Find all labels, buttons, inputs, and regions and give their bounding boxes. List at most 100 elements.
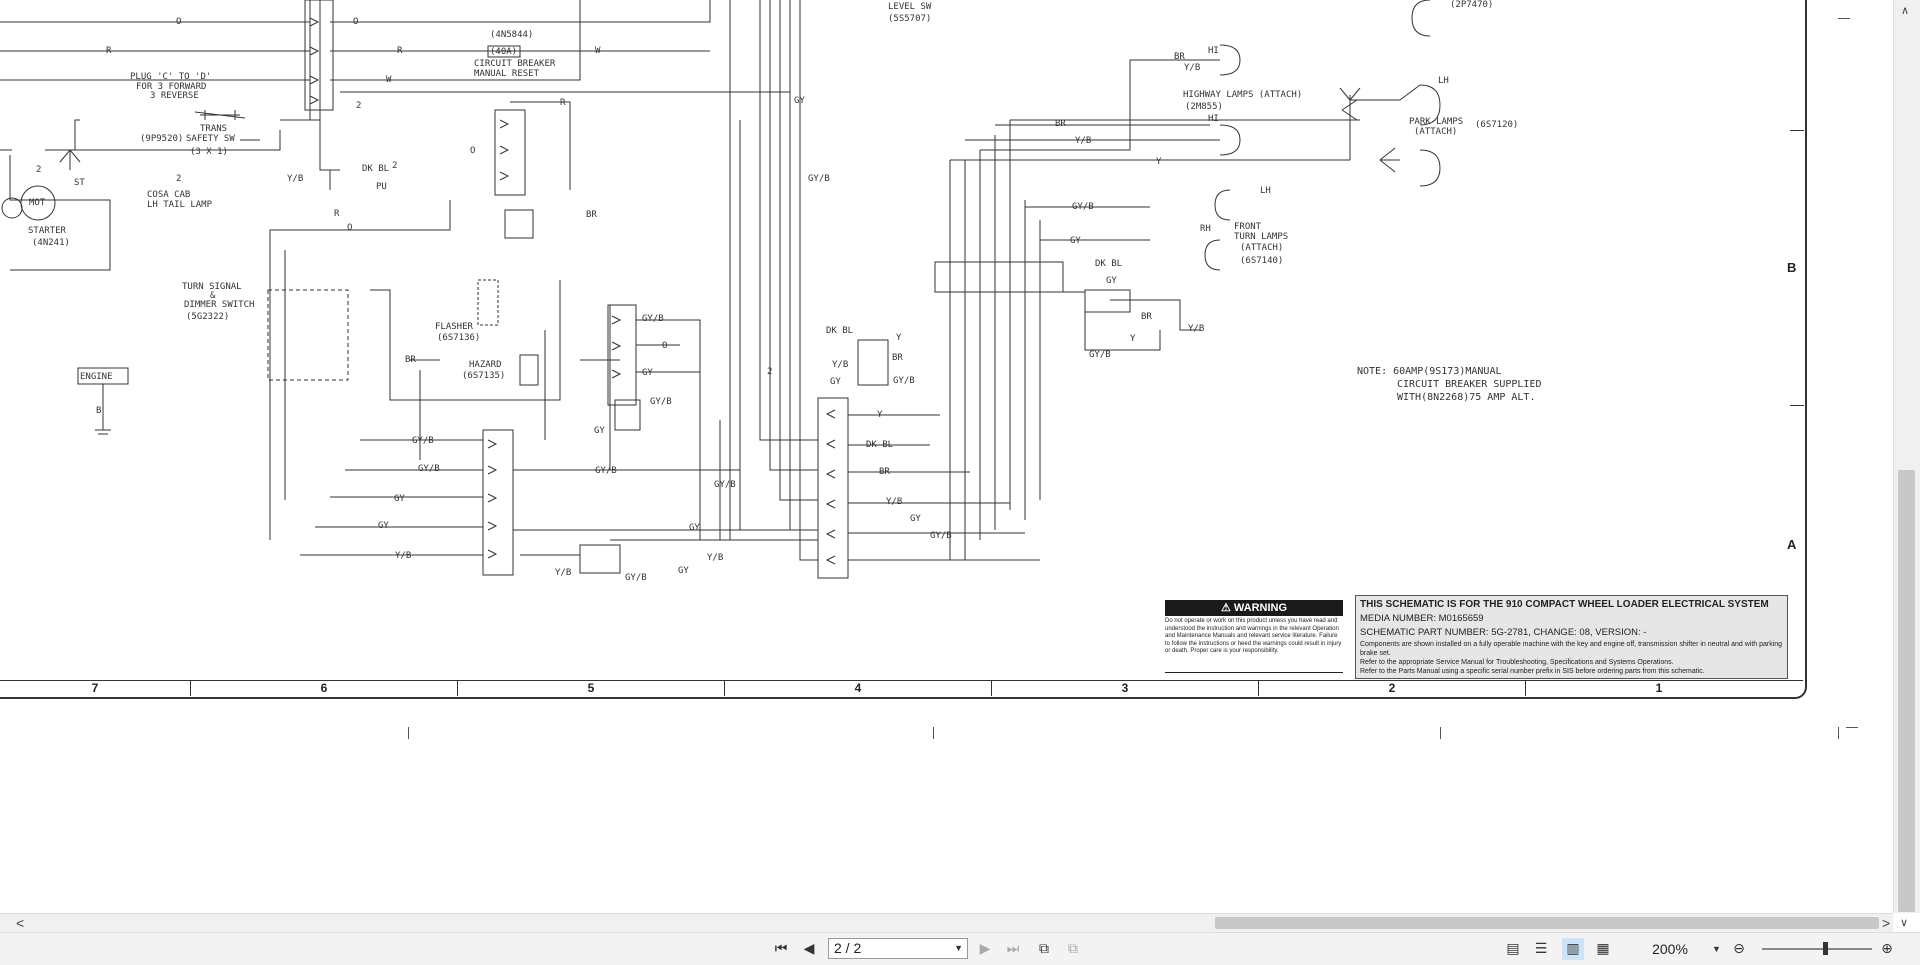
grid-row-label: B: [1787, 260, 1797, 275]
vertical-scroll-thumb[interactable]: [1898, 470, 1915, 912]
schematic-part-number: SCHEMATIC PART NUMBER: 5G-2781, CHANGE: …: [1360, 627, 1647, 638]
wire-label: GY/B: [595, 466, 617, 476]
title-note: Components are shown installed on a full…: [1360, 641, 1783, 657]
scroll-up-icon[interactable]: ∧: [1901, 4, 1909, 17]
wire-label: R: [560, 98, 566, 108]
continuous-icon[interactable]: ☰: [1530, 938, 1552, 960]
zone-label: 1: [1655, 681, 1663, 695]
component-part: (2P7470): [1450, 0, 1494, 10]
wire-label: GY/B: [412, 436, 434, 446]
wire-label: DK BL: [1095, 259, 1123, 269]
wire-label: GY/B: [1072, 202, 1094, 212]
trans-switch-part: (9P9520): [140, 134, 184, 144]
hazard-part: (6S7135): [462, 371, 506, 381]
wire-label: R: [334, 209, 340, 219]
wire-label: W: [386, 75, 392, 85]
two-page-continuous-icon[interactable]: ▦: [1592, 938, 1614, 960]
wire-label: Y/B: [555, 568, 572, 578]
turn-signal-label: DIMMER SWITCH: [184, 300, 255, 310]
starter-switch-label: ST: [74, 178, 85, 188]
wire-label: PU: [376, 182, 387, 192]
wire-label: Y/B: [287, 174, 304, 184]
compare-icon[interactable]: ⧉: [1062, 938, 1084, 960]
trans-switch-ratio: (3 X 1): [190, 147, 228, 157]
wire-label: W: [595, 46, 601, 56]
wire-label: GY/B: [893, 376, 915, 386]
wire-label: DK BL: [362, 164, 390, 174]
front-turn-label: (ATTACH): [1240, 243, 1284, 253]
wire-label: GY: [830, 377, 841, 387]
wire-label: Y/B: [832, 360, 849, 370]
circle-marker: 2: [767, 367, 773, 377]
front-turn-label: FRONT: [1234, 222, 1262, 232]
wire-label: Y/B: [1188, 324, 1205, 334]
lamp-label: LH: [1260, 186, 1271, 196]
zoom-slider-handle[interactable]: [1823, 942, 1828, 955]
wire-label: Y/B: [886, 497, 903, 507]
lamp-label: HI: [1208, 46, 1219, 56]
zoom-value[interactable]: 200%: [1640, 938, 1700, 960]
circle-marker: 2: [36, 165, 42, 175]
wire-label: DK BL: [826, 326, 854, 336]
wire-label: DK BL: [866, 440, 894, 450]
warning-heading: ⚠ WARNING: [1165, 600, 1343, 616]
rotate-icon[interactable]: ⧉: [1033, 938, 1055, 960]
wire-label: BR: [1174, 52, 1185, 62]
zoom-in-icon[interactable]: ⊕: [1876, 938, 1898, 960]
breaker-rating: (40A): [490, 47, 518, 57]
horizontal-scrollbar[interactable]: < >: [0, 913, 1893, 932]
wire-label: Y: [1156, 157, 1162, 167]
page-dropdown-icon[interactable]: ▼: [954, 939, 963, 958]
zoom-slider[interactable]: [1762, 948, 1872, 950]
breaker-name: CIRCUIT BREAKER: [474, 59, 556, 69]
last-page-icon[interactable]: ⏭: [1002, 938, 1024, 960]
highway-lamps-label: HIGHWAY LAMPS (ATTACH): [1183, 90, 1303, 100]
wire-label: GY/B: [714, 480, 736, 490]
horizontal-scroll-thumb[interactable]: [1215, 917, 1879, 929]
document-viewport[interactable]: O O R R W W (4N5844) (40A) CIRCUIT BREAK…: [0, 0, 1893, 913]
vertical-scrollbar[interactable]: ∧ ∨: [1893, 0, 1920, 929]
wire-label: GY/B: [808, 174, 830, 184]
starter-label: STARTER: [28, 226, 66, 236]
tail-lamp-label: LH TAIL LAMP: [147, 200, 213, 210]
page-number-field[interactable]: 2 / 2 ▼: [828, 938, 968, 959]
wire-label: GY: [910, 514, 921, 524]
wire-label: BR: [1141, 312, 1152, 322]
wire-label: GY: [378, 521, 389, 531]
wire-label: Y/B: [1184, 63, 1201, 73]
hazard-label: HAZARD: [469, 360, 502, 370]
wire-label: GY: [1106, 276, 1117, 286]
lamp-label: LH: [1438, 76, 1449, 86]
zoom-dropdown-icon[interactable]: ▼: [1712, 938, 1721, 960]
zone-label: 5: [458, 681, 725, 696]
front-turn-part: (6S7140): [1240, 256, 1284, 266]
zone-label: 4: [725, 681, 992, 696]
title-note: Refer to the appropriate Service Manual …: [1360, 659, 1674, 666]
scroll-right-icon[interactable]: >: [1882, 914, 1890, 932]
park-lamps-label: PARK LAMPS: [1409, 117, 1464, 127]
first-page-icon[interactable]: ⏮: [770, 938, 792, 960]
media-number: MEDIA NUMBER: M0165659: [1360, 613, 1484, 624]
wire-label: GY/B: [1089, 350, 1111, 360]
scroll-down-icon[interactable]: ∨: [1900, 916, 1908, 929]
page-ticks: [0, 727, 1893, 743]
breaker-sub: MANUAL RESET: [474, 69, 540, 79]
single-page-icon[interactable]: ▤: [1502, 938, 1524, 960]
zoom-out-icon[interactable]: ⊖: [1728, 938, 1750, 960]
engine-label: ENGINE: [80, 372, 113, 382]
next-page-icon[interactable]: ▶: [974, 938, 996, 960]
wire-label: O: [662, 341, 668, 351]
trans-switch: TRANS: [200, 124, 228, 134]
two-page-icon[interactable]: ▥: [1562, 938, 1584, 960]
wire-label: Y: [877, 410, 883, 420]
previous-page-icon[interactable]: ◀: [798, 938, 820, 960]
motor-label: MOT: [29, 198, 46, 208]
scroll-left-icon[interactable]: <: [16, 914, 24, 932]
wire-label: GY/B: [625, 573, 647, 583]
turn-signal-part: (5G2322): [186, 312, 230, 322]
zone-label: 6: [191, 681, 458, 696]
lamp-label: RH: [1200, 224, 1211, 234]
wiring-diagram: [0, 0, 1441, 579]
park-lamps-attach: (ATTACH): [1414, 127, 1458, 137]
level-switch-part: (5S5707): [888, 14, 932, 24]
